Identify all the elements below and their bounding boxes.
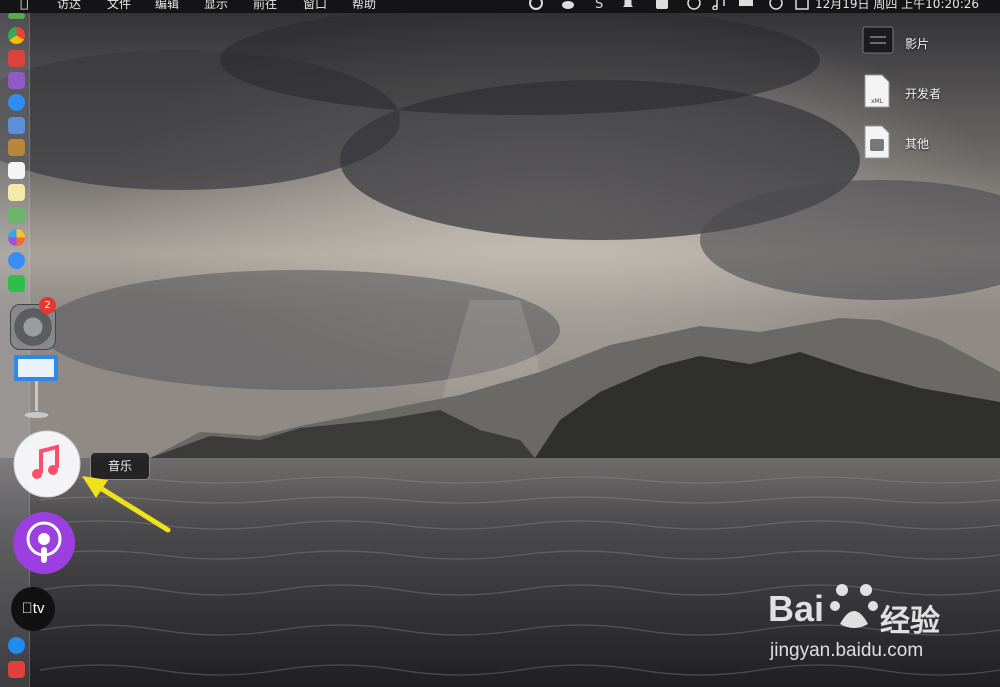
- preview-icon[interactable]: [8, 117, 25, 134]
- dock-app-green-icon[interactable]: [8, 13, 25, 19]
- status-s-icon[interactable]: S: [592, 0, 608, 10]
- wechat-icon[interactable]: [8, 275, 25, 292]
- developer-document-icon[interactable]: xML: [862, 74, 892, 108]
- xml-badge: xML: [871, 98, 884, 105]
- desktop-label-movies[interactable]: 影片: [905, 35, 929, 52]
- status-cloud-icon[interactable]: [560, 0, 576, 10]
- movies-folder-icon[interactable]: [862, 25, 894, 57]
- display-icon[interactable]: [738, 0, 754, 10]
- menu-file[interactable]: 文件: [107, 0, 131, 12]
- calendar-app-icon[interactable]: [8, 162, 25, 179]
- notification-badge: 2: [39, 297, 56, 314]
- menu-bar:  访达 文件 编辑 显示 前往 窗口 帮助 S 12月19日 周四 上午10:…: [0, 0, 1000, 13]
- music-app-icon[interactable]: [12, 429, 82, 499]
- menubar-clock[interactable]: 12月19日 周四 上午10:20:26: [815, 0, 979, 12]
- photos-icon[interactable]: [8, 229, 25, 246]
- desktop-label-other[interactable]: 其他: [905, 135, 929, 152]
- messages-icon[interactable]: [8, 252, 25, 269]
- annotation-arrow: [82, 476, 171, 533]
- network-globe-icon[interactable]: [686, 0, 702, 10]
- notification-bell-icon[interactable]: [620, 0, 636, 10]
- appletv-label: tv: [27, 600, 45, 617]
- watermark-brand-cn: 经验: [880, 604, 940, 639]
- contacts-icon[interactable]: [8, 139, 25, 156]
- calendar-icon[interactable]: [794, 0, 810, 10]
- menu-edit[interactable]: 编辑: [155, 0, 179, 12]
- chrome-icon[interactable]: [8, 27, 25, 44]
- podcasts-icon[interactable]: [12, 511, 76, 575]
- menu-view[interactable]: 显示: [204, 0, 228, 12]
- apple-logo-icon: : [22, 600, 33, 617]
- other-document-icon[interactable]: [862, 125, 892, 159]
- keynote-icon[interactable]: [12, 353, 62, 421]
- maps-icon[interactable]: [8, 207, 25, 224]
- paw-logo-icon: [830, 584, 878, 628]
- vivaldi-icon[interactable]: [8, 661, 25, 678]
- app-store-icon[interactable]: [8, 637, 25, 654]
- dock: 2 tv: [0, 13, 81, 687]
- desktop-label-developer[interactable]: 开发者: [905, 85, 941, 102]
- notes-icon[interactable]: [8, 184, 25, 201]
- dock-app-red-icon[interactable]: [8, 50, 25, 67]
- status-app-icon[interactable]: [528, 0, 544, 10]
- baidu-jingyan-watermark: Bai 经验 jingyan.baidu.com: [768, 580, 1000, 666]
- menu-finder[interactable]: 访达: [57, 0, 81, 12]
- status-s-box-icon[interactable]: [654, 0, 670, 10]
- apple-tv-icon[interactable]: tv: [11, 587, 55, 631]
- safari-icon[interactable]: [8, 94, 25, 111]
- svg-text:S: S: [595, 0, 603, 10]
- watermark-brand: Bai: [768, 588, 825, 629]
- watermark-url: jingyan.baidu.com: [770, 640, 924, 661]
- menu-help[interactable]: 帮助: [352, 0, 376, 12]
- menu-window[interactable]: 窗口: [303, 0, 327, 12]
- menu-go[interactable]: 前往: [253, 0, 277, 12]
- user-switch-icon[interactable]: [768, 0, 784, 10]
- music-note-icon[interactable]: [712, 0, 728, 10]
- apple-menu-icon[interactable]: : [20, 0, 28, 11]
- dock-app-purple-icon[interactable]: [8, 72, 25, 89]
